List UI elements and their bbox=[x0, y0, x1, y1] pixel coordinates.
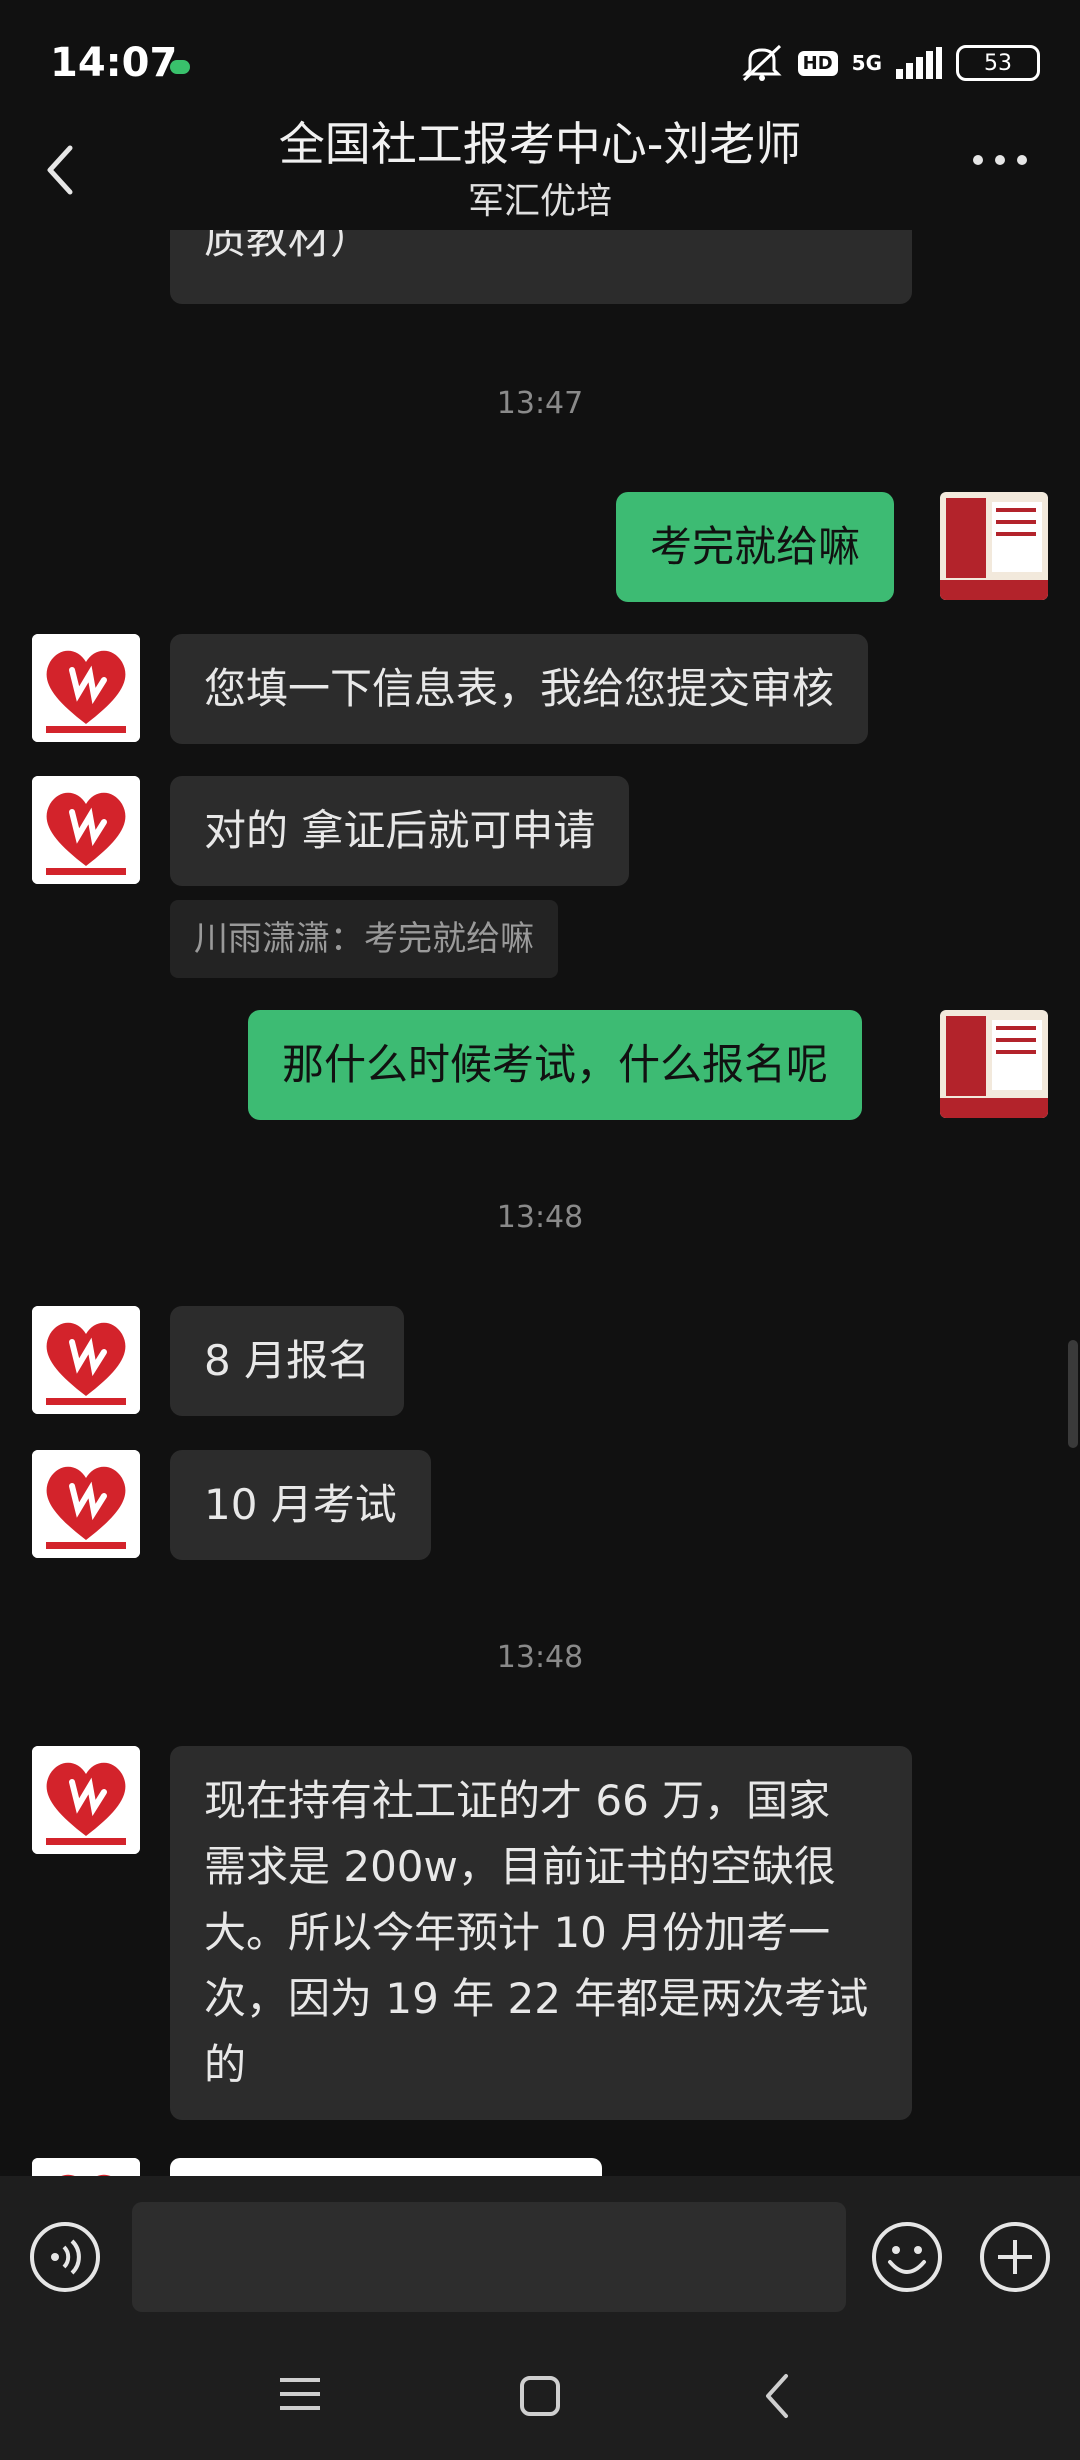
my-avatar[interactable] bbox=[940, 1010, 1048, 1118]
message-bubble[interactable]: 您填一下信息表，我给您提交审核 bbox=[170, 634, 869, 744]
message-text: 8 月报名 bbox=[204, 1336, 371, 1385]
message-text: 10 月考试 bbox=[204, 1480, 397, 1529]
contact-avatar[interactable] bbox=[32, 634, 140, 742]
message-line: 现在持有社工证的才 66 万，国家 bbox=[204, 1776, 831, 1825]
message-bubble[interactable]: 10 月考试 bbox=[170, 1450, 431, 1560]
battery-icon: 53 bbox=[956, 45, 1040, 81]
status-time: 14:07 bbox=[50, 40, 178, 86]
notification-dot bbox=[170, 60, 190, 74]
message-text: 质教材） bbox=[204, 230, 373, 263]
message-text: 您填一下信息表，我给您提交审核 bbox=[204, 664, 835, 713]
voice-icon[interactable] bbox=[28, 2220, 102, 2294]
message-input[interactable] bbox=[132, 2202, 846, 2312]
message-line: 的 bbox=[204, 2040, 247, 2089]
timestamp: 13:48 bbox=[496, 1640, 584, 1675]
battery-level: 53 bbox=[984, 50, 1012, 76]
more-options-button[interactable] bbox=[970, 150, 1030, 170]
message-text: 那什么时候考试，什么报名呢 bbox=[282, 1040, 829, 1089]
message-bubble-mine[interactable]: 那什么时候考试，什么报名呢 bbox=[248, 1010, 863, 1120]
message-card[interactable] bbox=[170, 2158, 602, 2176]
mute-icon bbox=[742, 44, 782, 82]
message-line: 大。所以今年预计 10 月份加考一 bbox=[204, 1908, 831, 1957]
home-icon[interactable] bbox=[518, 2374, 562, 2418]
message-bubble-mine[interactable]: 考完就给嘛 bbox=[616, 492, 895, 602]
message-text: 考完就给嘛 bbox=[650, 522, 861, 571]
message-bubble[interactable]: 质教材） bbox=[170, 230, 912, 304]
network-type: 5G bbox=[851, 51, 882, 75]
timestamp: 13:48 bbox=[496, 1200, 584, 1235]
timestamp: 13:47 bbox=[496, 386, 584, 421]
contact-avatar[interactable] bbox=[32, 1746, 140, 1854]
message-bubble[interactable]: 对的 拿证后就可申请 bbox=[170, 776, 630, 886]
chat-title: 全国社工报考中心-刘老师 bbox=[278, 117, 802, 171]
menu-icon[interactable] bbox=[278, 2374, 322, 2414]
signal-icon bbox=[896, 47, 942, 79]
contact-avatar[interactable] bbox=[32, 1450, 140, 1558]
quote-text: 川雨潇潇：考完就给嘛 bbox=[194, 919, 534, 959]
message-line: 次，因为 19 年 22 年都是两次考试 bbox=[204, 1974, 869, 2023]
contact-avatar[interactable] bbox=[32, 2158, 140, 2176]
emoji-icon[interactable] bbox=[870, 2220, 944, 2294]
contact-avatar[interactable] bbox=[32, 776, 140, 884]
hd-icon: HD bbox=[797, 50, 838, 76]
message-line: 需求是 200w，目前证书的空缺很 bbox=[204, 1842, 836, 1891]
quoted-message[interactable]: 川雨潇潇：考完就给嘛 bbox=[170, 900, 558, 978]
chat-subtitle: 军汇优培 bbox=[467, 181, 612, 222]
message-list[interactable]: 质教材） 13:47 考完就给嘛 您填一下信息表，我给您提交审核 对的 拿证后就… bbox=[0, 230, 1080, 2176]
status-icons: HD 5G 53 bbox=[740, 44, 1040, 82]
back-icon[interactable] bbox=[758, 2372, 798, 2420]
message-bubble[interactable]: 现在持有社工证的才 66 万，国家 需求是 200w，目前证书的空缺很 大。所以… bbox=[170, 1746, 912, 2120]
contact-avatar[interactable] bbox=[32, 1306, 140, 1414]
plus-icon[interactable] bbox=[978, 2220, 1052, 2294]
message-bubble[interactable]: 8 月报名 bbox=[170, 1306, 405, 1416]
message-text: 对的 拿证后就可申请 bbox=[204, 806, 596, 855]
scrollbar-thumb[interactable] bbox=[1068, 1340, 1078, 1448]
my-avatar[interactable] bbox=[940, 492, 1048, 600]
